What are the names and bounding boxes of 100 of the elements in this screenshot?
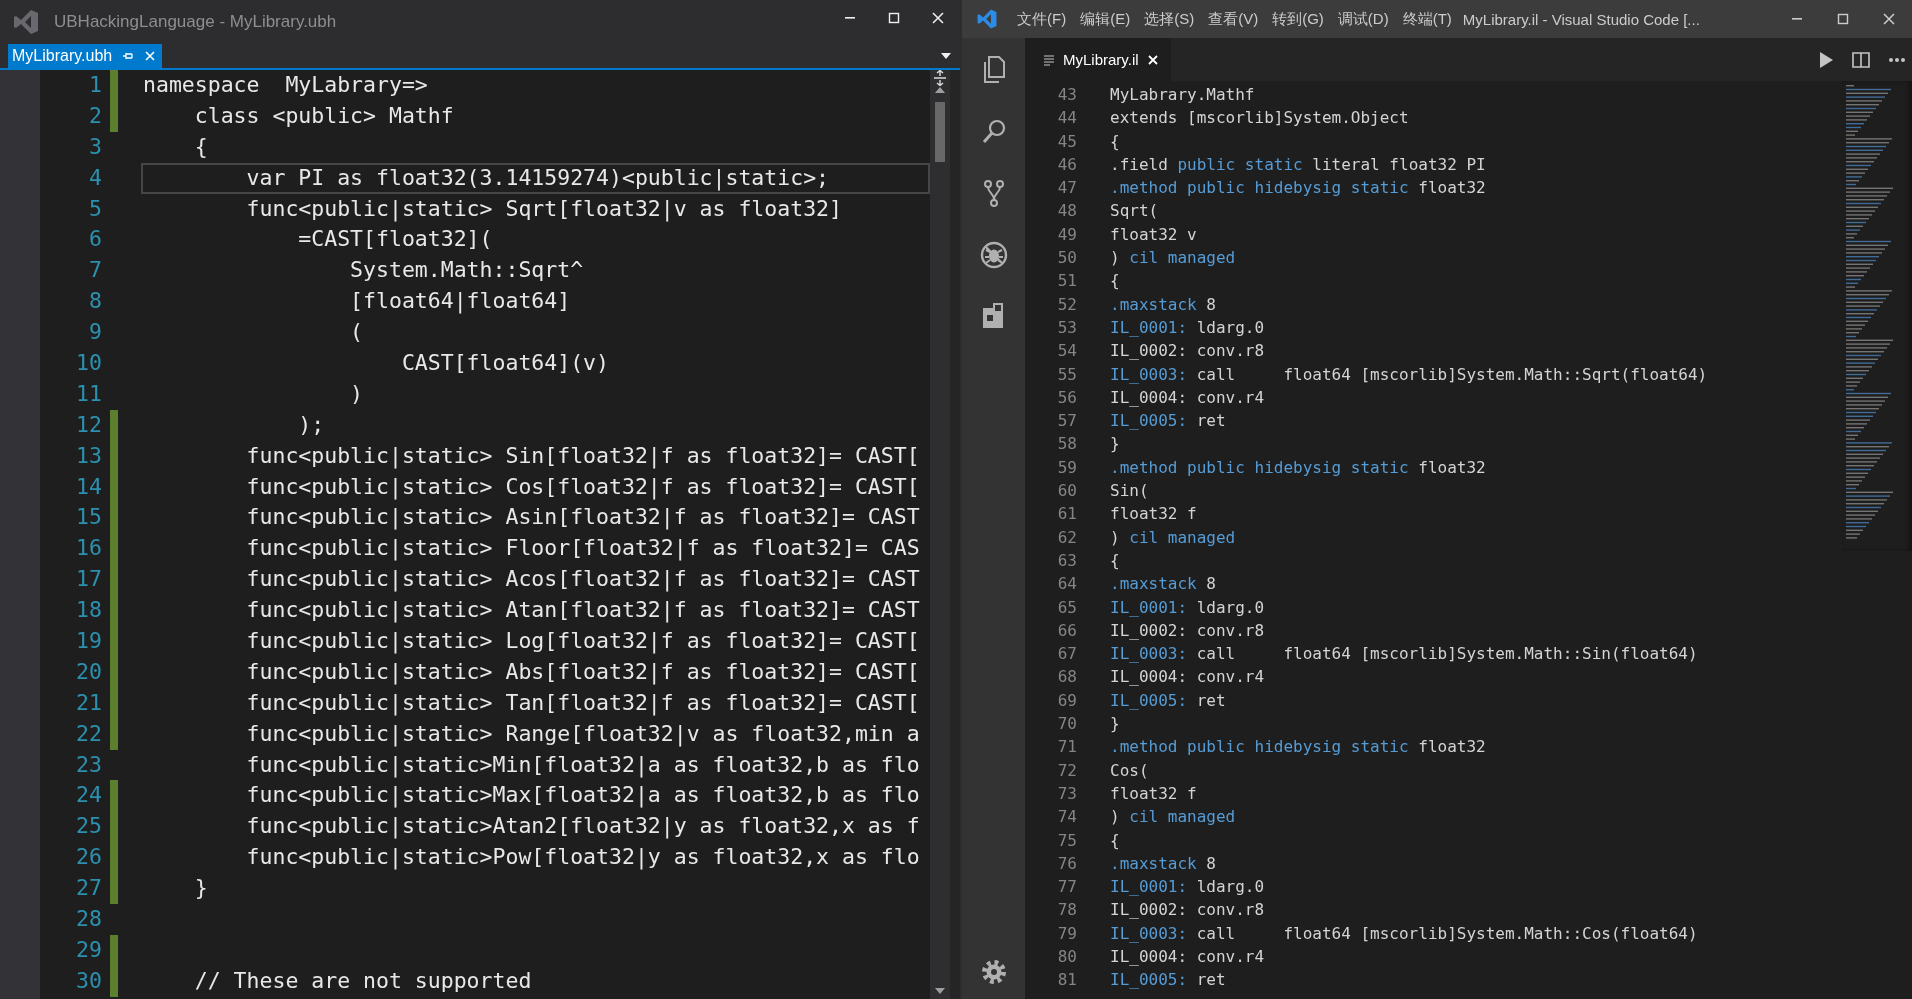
code-line: } xyxy=(1110,433,1120,456)
split-editor-icon[interactable] xyxy=(1852,51,1870,68)
code-line: .method public hidebysig static float32 xyxy=(1110,456,1486,479)
line-number: 67 xyxy=(1056,643,1077,666)
line-number: 52 xyxy=(1056,293,1077,316)
code-line: var PI as float32(3.14159274)<public|static>; xyxy=(245,164,830,190)
caret-icon[interactable] xyxy=(940,52,952,60)
code-line: IL_0002: conv.r8 xyxy=(1110,899,1265,922)
code-line: IL_0001: ldarg.0 xyxy=(1110,316,1265,339)
line-number: 68 xyxy=(1056,666,1077,689)
menu-item[interactable]: 选择(S) xyxy=(1137,0,1202,38)
code-line: IL_0002: conv.r8 xyxy=(1110,619,1265,642)
line-number: 56 xyxy=(1056,386,1077,409)
code-line: func<public|static> Sin[float32|f as float32]= CAST[ xyxy=(245,442,920,468)
line-number: 16 xyxy=(75,534,102,563)
line-number: 12 xyxy=(75,410,102,439)
logo-icon xyxy=(12,8,40,36)
code-line: Cos( xyxy=(1110,759,1149,782)
line-number: 58 xyxy=(1056,433,1077,456)
line-number: 63 xyxy=(1056,549,1077,572)
line-number: 57 xyxy=(1056,410,1077,433)
code-line: { xyxy=(1110,130,1120,153)
code-line: { xyxy=(1110,549,1120,572)
line-number: 78 xyxy=(1056,899,1077,922)
line-number: 27 xyxy=(75,874,102,903)
code-line: System.Math::Sqrt^ xyxy=(349,257,584,283)
line-number: 25 xyxy=(75,812,102,841)
line-number: 66 xyxy=(1056,619,1077,642)
code-line: extends [mscorlib]System.Object xyxy=(1110,107,1409,130)
code-line: func<public|static> Acos[float32|f as float32]= CAST xyxy=(245,566,920,592)
code-line: func<public|static> Abs[float32|f as float32]= CAST[ xyxy=(245,658,920,684)
run-icon[interactable] xyxy=(1818,50,1834,69)
file-tab[interactable]: MyLibrary.il xyxy=(1025,38,1171,81)
line-number: 51 xyxy=(1056,270,1077,293)
code-line: func<public|static> Atan[float32|f as float32]= CAST xyxy=(245,597,920,623)
menu-item[interactable]: 编辑(E) xyxy=(1073,0,1138,38)
close-icon xyxy=(1882,12,1896,26)
line-number: 45 xyxy=(1056,130,1077,153)
menu-item[interactable]: 转到(G) xyxy=(1265,0,1331,38)
file-tab[interactable]: MyLibrary.ubh xyxy=(8,44,163,68)
line-number: 60 xyxy=(1056,480,1077,503)
menu-item[interactable]: 文件(F) xyxy=(1010,0,1074,38)
line-number: 71 xyxy=(1056,736,1077,759)
code-line: Sin( xyxy=(1110,480,1149,503)
code-line: .field public static literal float32 PI xyxy=(1110,153,1486,176)
code-line: func<public|static> Log[float32|f as float32]= CAST[ xyxy=(245,628,920,654)
line-number: 54 xyxy=(1056,340,1077,363)
line-number: 8 xyxy=(88,287,102,316)
line-number: 4 xyxy=(88,163,102,192)
close-icon xyxy=(931,11,945,25)
code-line: // These are not supported xyxy=(193,967,532,993)
minimize-icon xyxy=(845,17,855,19)
menu-item[interactable]: 调试(D) xyxy=(1330,0,1396,38)
code-line: Sqrt( xyxy=(1110,200,1159,223)
line-number: 44 xyxy=(1056,107,1077,130)
line-number: 30 xyxy=(75,966,102,995)
code-line: { xyxy=(1110,829,1120,852)
code-line: ) cil managed xyxy=(1110,806,1236,829)
line-number: 28 xyxy=(75,905,102,934)
code-line: [float64|float64] xyxy=(349,288,571,314)
code-line: CAST[float64](v) xyxy=(400,350,609,375)
scroll-up-icon[interactable] xyxy=(935,86,945,94)
code-line: =CAST[float32]( xyxy=(297,226,493,252)
line-number: 23 xyxy=(75,750,102,779)
code-line: IL_0005: ret xyxy=(1110,410,1226,433)
code-line: IL_0001: ldarg.0 xyxy=(1110,876,1265,899)
line-number: 69 xyxy=(1056,689,1077,712)
scroll-down-icon[interactable] xyxy=(935,987,945,995)
line-number: 7 xyxy=(88,256,102,285)
menu-item[interactable]: 查看(V) xyxy=(1201,0,1266,38)
code-line: ) cil managed xyxy=(1110,247,1236,270)
line-number: 9 xyxy=(88,318,102,347)
close-icon[interactable] xyxy=(1146,53,1159,66)
code-line: } xyxy=(1110,713,1120,735)
split-icon[interactable] xyxy=(933,70,947,86)
line-number: 53 xyxy=(1056,316,1077,339)
line-number: 79 xyxy=(1056,922,1077,945)
code-line: ) xyxy=(349,380,364,406)
scrollbar-thumb[interactable] xyxy=(935,102,945,162)
menu-item[interactable]: 终端(T) xyxy=(1395,0,1459,38)
line-number: 10 xyxy=(75,349,102,377)
more-icon[interactable] xyxy=(1888,56,1906,63)
code-line: .maxstack 8 xyxy=(1110,852,1216,875)
code-line: func<public|static> Range[float32|v as float32,min a xyxy=(245,720,920,746)
line-number: 49 xyxy=(1056,223,1077,246)
code-line: IL_0004: conv.r4 xyxy=(1110,386,1265,409)
debug-icon[interactable] xyxy=(979,241,1008,269)
code-line: ) cil managed xyxy=(1110,526,1236,549)
settings-icon[interactable] xyxy=(980,959,1007,985)
pin-icon[interactable] xyxy=(122,50,135,62)
line-number: 77 xyxy=(1056,876,1077,899)
line-number: 20 xyxy=(75,657,102,686)
code-line: func<public|static>Min[float32|a as float32,b as flo xyxy=(245,751,920,777)
code-line: namespace MyLabrary=> xyxy=(143,72,428,97)
line-number: 80 xyxy=(1056,946,1077,968)
code-line: IL_0003: call float64 [mscorlib]System.Math::Sqrt(float64) xyxy=(1110,363,1708,386)
line-number: 55 xyxy=(1056,363,1077,386)
line-number: 29 xyxy=(75,935,102,964)
line-number: 6 xyxy=(88,225,102,254)
line-number: 72 xyxy=(1056,759,1077,782)
